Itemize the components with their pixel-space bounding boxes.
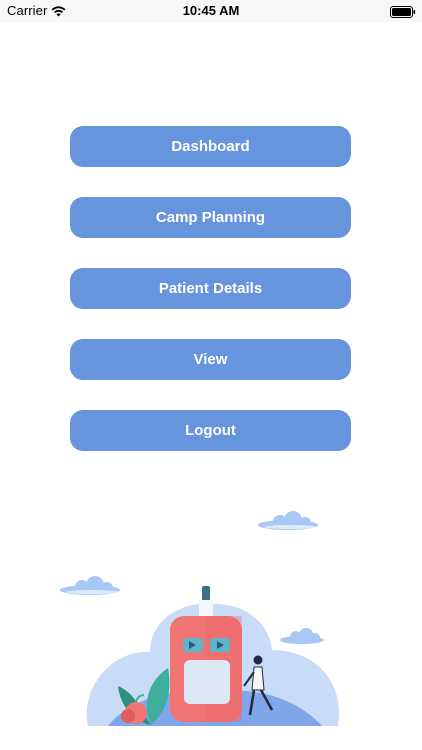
dashboard-button[interactable]: Dashboard [70,126,351,167]
logout-button[interactable]: Logout [70,410,351,451]
status-bar: Carrier 10:45 AM [0,0,422,22]
dashboard-button-label: Dashboard [171,138,250,155]
patient-details-button[interactable]: Patient Details [70,268,351,309]
view-button-label: View [193,351,228,368]
view-button[interactable]: View [70,339,351,380]
camp-planning-button-label: Camp Planning [155,209,266,226]
main-menu: Dashboard Camp Planning Patient Details … [70,126,351,481]
glucometer-illustration [60,511,340,726]
clock: 10:45 AM [182,3,240,18]
cloud-icon [258,511,318,530]
camp-planning-button[interactable]: Camp Planning [70,197,351,238]
patient-details-button-label: Patient Details [158,280,263,297]
battery-icon [390,5,416,23]
cloud-icon [280,628,324,644]
logout-button-label: Logout [185,422,236,439]
cloud-icon [60,576,120,595]
